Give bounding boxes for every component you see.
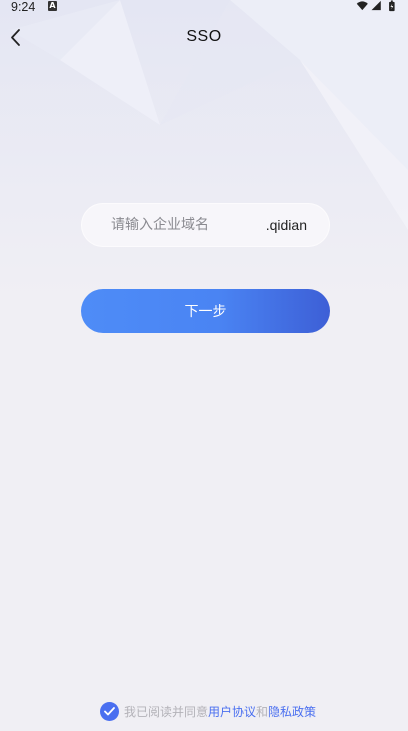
signal-icon xyxy=(371,0,381,11)
agreement-conjunction: 和 xyxy=(256,704,269,719)
agreement-prefix: 我已阅读并同意 xyxy=(124,704,209,719)
next-button[interactable]: 下一步 xyxy=(81,289,330,333)
agreement-row: 我已阅读并同意 用户协议和隐私政策 xyxy=(100,701,316,721)
domain-input[interactable] xyxy=(111,203,261,247)
privacy-policy-link[interactable]: 隐私政策 xyxy=(268,703,316,720)
checkmark-icon xyxy=(104,706,115,715)
status-time: 9:24 xyxy=(11,0,36,14)
header: SSO xyxy=(0,18,408,58)
status-bar: 9:24 A xyxy=(0,0,408,14)
wifi-icon xyxy=(356,1,368,11)
status-icons xyxy=(356,0,395,12)
a-badge-icon: A xyxy=(48,1,57,11)
domain-field[interactable]: .qidian xyxy=(81,203,330,247)
agreement-checkbox[interactable] xyxy=(100,701,119,721)
domain-suffix: .qidian xyxy=(265,217,307,233)
user-agreement-link[interactable]: 用户协议 xyxy=(208,703,256,720)
battery-icon xyxy=(389,0,395,12)
page-title: SSO xyxy=(186,28,222,45)
